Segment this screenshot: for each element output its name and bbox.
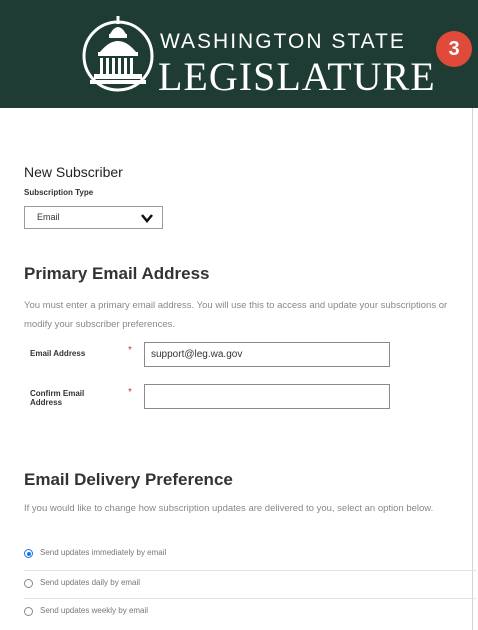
- delivery-option-label: Send updates weekly by email: [40, 606, 149, 615]
- brand-subtitle: WASHINGTON STATE: [160, 30, 406, 53]
- delivery-option-label: Send updates immediately by email: [40, 548, 167, 557]
- radio-icon[interactable]: [24, 607, 33, 616]
- divider: [24, 570, 476, 571]
- subscription-type-value: Email: [37, 212, 60, 222]
- step-badge: 3: [436, 31, 472, 67]
- content-border: [472, 108, 473, 630]
- email-address-value: support@leg.wa.gov: [151, 349, 243, 360]
- confirm-email-field[interactable]: [144, 384, 390, 409]
- radio-selected-icon[interactable]: [24, 549, 33, 558]
- primary-email-heading: Primary Email Address: [24, 264, 210, 283]
- capitol-dome-icon: [82, 16, 154, 92]
- delivery-preference-description: If you would like to change how subscrip…: [24, 503, 434, 514]
- divider: [24, 598, 476, 599]
- chevron-down-icon: [141, 214, 153, 223]
- subscription-type-select[interactable]: Email: [24, 206, 163, 229]
- site-header: WASHINGTON STATE LEGISLATURE 3: [0, 0, 478, 108]
- subscription-type-label: Subscription Type: [24, 188, 94, 197]
- email-address-field[interactable]: support@leg.wa.gov: [144, 342, 390, 367]
- confirm-email-label: Confirm Email Address: [30, 389, 85, 407]
- primary-email-description: You must enter a primary email address. …: [24, 300, 448, 330]
- required-marker: *: [128, 345, 132, 356]
- radio-icon[interactable]: [24, 579, 33, 588]
- delivery-preference-heading: Email Delivery Preference: [24, 470, 233, 489]
- delivery-option-immediately[interactable]: Send updates immediately by email: [24, 545, 464, 565]
- delivery-option-label: Send updates daily by email: [40, 578, 141, 587]
- email-address-label: Email Address: [30, 349, 86, 358]
- brand-title: LEGISLATURE: [158, 54, 436, 99]
- delivery-option-daily[interactable]: Send updates daily by email: [24, 575, 464, 595]
- new-subscriber-heading: New Subscriber: [24, 164, 123, 180]
- required-marker: *: [128, 387, 132, 398]
- delivery-option-weekly[interactable]: Send updates weekly by email: [24, 603, 464, 623]
